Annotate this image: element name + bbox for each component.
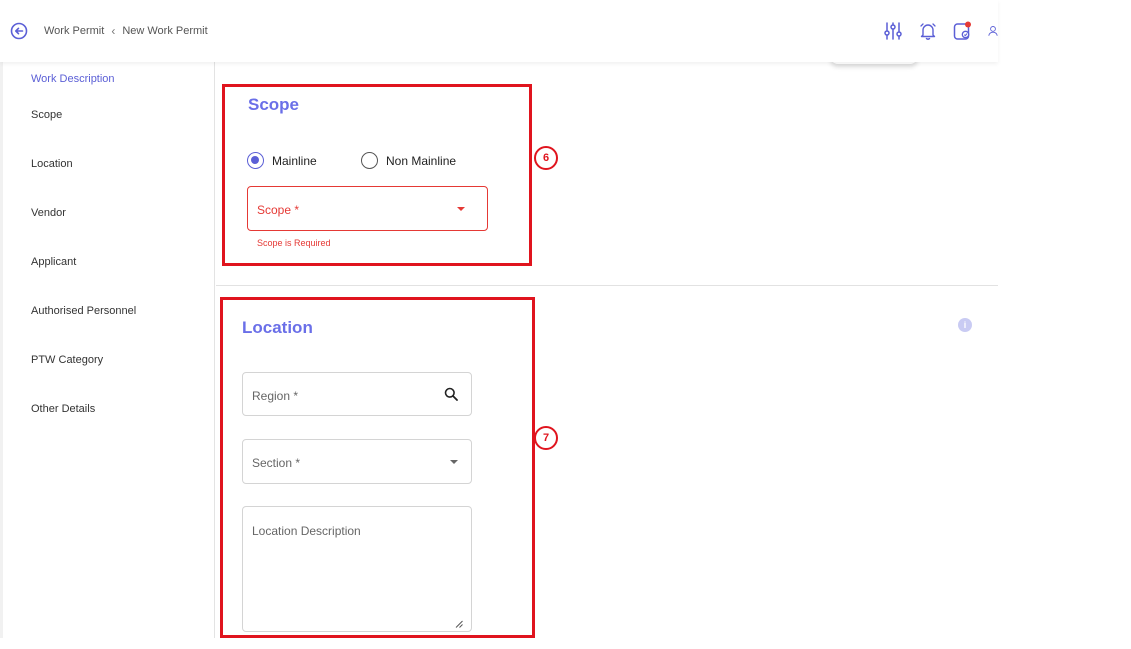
location-description-textarea[interactable]: Location Description bbox=[242, 506, 472, 632]
caret-down-icon bbox=[450, 460, 458, 464]
region-input[interactable]: Region * bbox=[242, 372, 472, 416]
scope-select[interactable]: Scope * bbox=[247, 186, 488, 231]
sidebar: Work Description Scope Location Vendor A… bbox=[0, 62, 215, 638]
filter-sliders-icon[interactable] bbox=[882, 20, 904, 42]
sidebar-item-authorised-personnel[interactable]: Authorised Personnel bbox=[31, 305, 136, 317]
radio-unchecked-icon bbox=[361, 152, 378, 169]
scope-error-text: Scope is Required bbox=[257, 238, 331, 248]
breadcrumb-new-work-permit: New Work Permit bbox=[122, 25, 208, 37]
region-placeholder: Region * bbox=[252, 389, 299, 403]
breadcrumb-work-permit[interactable]: Work Permit bbox=[44, 25, 104, 37]
info-icon[interactable]: i bbox=[958, 318, 972, 332]
app-window: Work Permit ‹ New Work Permit Work Descr… bbox=[0, 0, 998, 638]
scope-annotation-badge: 6 bbox=[534, 146, 558, 170]
user-icon[interactable] bbox=[987, 20, 999, 42]
resize-grip-icon[interactable] bbox=[455, 615, 463, 628]
sidebar-item-vendor[interactable]: Vendor bbox=[31, 207, 66, 219]
sidebar-item-ptw-category[interactable]: PTW Category bbox=[31, 354, 103, 366]
chevron-left-icon: ‹ bbox=[111, 24, 116, 38]
calendar-notification-icon[interactable] bbox=[952, 20, 974, 42]
sidebar-item-other-details[interactable]: Other Details bbox=[31, 403, 95, 415]
section-divider bbox=[216, 285, 998, 286]
sidebar-item-scope[interactable]: Scope bbox=[31, 109, 62, 121]
breadcrumb: Work Permit ‹ New Work Permit bbox=[44, 24, 208, 38]
radio-checked-icon bbox=[247, 152, 264, 169]
sidebar-item-applicant[interactable]: Applicant bbox=[31, 256, 76, 268]
location-title: Location bbox=[242, 318, 313, 337]
radio-non-mainline-label: Non Mainline bbox=[386, 153, 457, 168]
radio-mainline[interactable]: Mainline bbox=[247, 152, 317, 169]
search-icon[interactable] bbox=[444, 387, 458, 406]
section-placeholder: Section * bbox=[252, 456, 301, 470]
sidebar-item-work-description[interactable]: Work Description bbox=[31, 73, 115, 85]
location-description-placeholder: Location Description bbox=[252, 524, 361, 538]
radio-non-mainline[interactable]: Non Mainline bbox=[361, 152, 456, 169]
top-header: Work Permit ‹ New Work Permit bbox=[0, 0, 998, 62]
scope-title: Scope bbox=[248, 95, 300, 114]
scope-select-placeholder: Scope * bbox=[257, 203, 300, 217]
section-select[interactable]: Section * bbox=[242, 439, 472, 484]
sidebar-item-location[interactable]: Location bbox=[31, 158, 73, 170]
back-icon[interactable] bbox=[10, 22, 28, 40]
bell-icon[interactable] bbox=[917, 20, 939, 42]
radio-mainline-label: Mainline bbox=[272, 153, 317, 168]
location-annotation-badge: 7 bbox=[534, 426, 558, 450]
caret-down-icon bbox=[457, 207, 465, 211]
header-actions bbox=[882, 20, 999, 42]
